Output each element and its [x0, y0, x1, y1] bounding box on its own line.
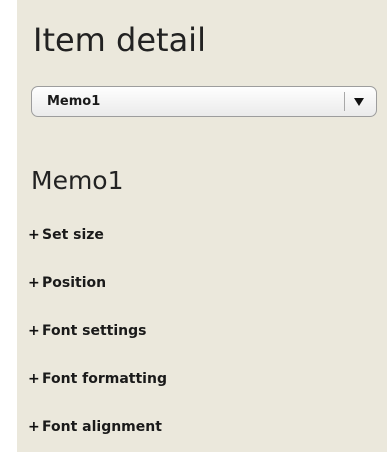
section-label: Font formatting — [42, 371, 167, 387]
select-divider — [344, 92, 345, 111]
expand-plus-icon: + — [28, 419, 40, 435]
section-font-settings[interactable]: + Font settings — [28, 320, 167, 343]
expand-plus-icon: + — [28, 227, 40, 243]
section-label: Font alignment — [42, 419, 162, 435]
section-list: + Set size + Position + Font settings + … — [28, 224, 167, 464]
expand-plus-icon: + — [28, 323, 40, 339]
section-label: Set size — [42, 227, 104, 243]
expand-plus-icon: + — [28, 371, 40, 387]
section-set-size[interactable]: + Set size — [28, 224, 167, 247]
panel-title: Item detail — [33, 21, 206, 59]
item-select[interactable]: Memo1 — [31, 86, 377, 117]
item-detail-panel: Item detail Memo1 Memo1 + Set size + Pos… — [17, 0, 387, 452]
chevron-down-icon[interactable] — [349, 87, 369, 116]
expand-plus-icon: + — [28, 275, 40, 291]
section-label: Font settings — [42, 323, 147, 339]
item-heading: Memo1 — [31, 166, 124, 195]
item-select-value: Memo1 — [47, 94, 101, 109]
triangle-down-icon — [354, 97, 364, 106]
section-font-formatting[interactable]: + Font formatting — [28, 368, 167, 391]
section-label: Position — [42, 275, 107, 291]
section-font-alignment[interactable]: + Font alignment — [28, 416, 167, 439]
section-position[interactable]: + Position — [28, 272, 167, 295]
